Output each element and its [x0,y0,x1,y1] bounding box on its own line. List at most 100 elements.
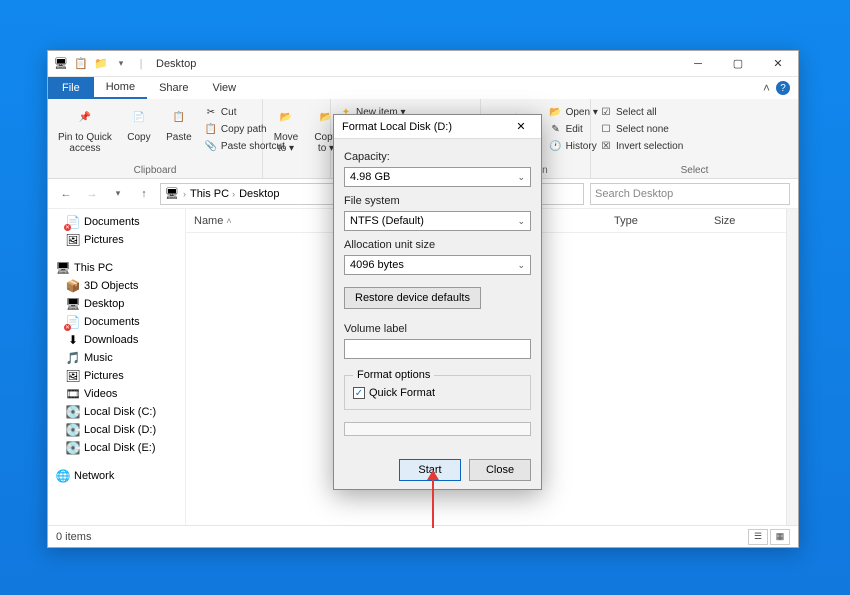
app-icon: 🖥 [52,55,70,73]
dialog-close-button[interactable]: ✕ [509,117,533,137]
window-title: Desktop [150,58,196,70]
invert-selection-button[interactable]: ☒Invert selection [597,138,685,154]
item-count: 0 items [56,531,91,543]
move-to-button[interactable]: 📂 Move to ▾ [269,102,303,156]
qat-properties-icon[interactable]: 📋 [72,55,90,73]
sidebar-network[interactable]: 🌐Network [48,467,185,485]
breadcrumb-this-pc: This PC› [190,188,235,200]
sidebar-item[interactable]: 💽Local Disk (D:) [48,421,185,439]
folder-icon: 🖥 [165,187,179,200]
copy-icon: 📄 [126,104,152,130]
view-icons-button[interactable]: ▦ [770,529,790,545]
copy-button[interactable]: 📄 Copy [122,102,156,145]
sidebar-item[interactable]: 🖥Desktop [48,295,185,313]
sidebar-item-label: Downloads [84,334,138,346]
sidebar-this-pc[interactable]: 🖥This PC [48,259,185,277]
quick-access-toolbar: 🖥 📋 📁 ▾ | [48,55,150,73]
sidebar-item[interactable]: 📦 3D Objects [48,277,185,295]
sidebar-item[interactable]: 💽 Local Disk (C:) [48,403,185,421]
folder-icon: 📦 [66,279,80,293]
nav-recent-button[interactable]: ▾ [108,184,128,204]
sidebar-item-label: Documents [84,216,140,228]
minimize-button[interactable]: ─ [678,51,718,77]
this-pc-icon: 🖥 [56,261,70,275]
nav-back-button[interactable]: ← [56,184,76,204]
vertical-scrollbar[interactable] [786,209,798,525]
sidebar-item-label: 3D Objects [84,280,138,292]
sidebar-item[interactable]: 📄✕Documents [48,313,185,331]
annotation-arrow [432,480,434,528]
network-icon: 🌐 [56,469,70,483]
titlebar: 🖥 📋 📁 ▾ | Desktop ─ ▢ ✕ [48,51,798,77]
sidebar-item[interactable]: 🖼 Pictures [48,367,185,385]
format-options-label: Format options [353,369,434,381]
sidebar-item-label: Local Disk (C:) [84,406,156,418]
menu-view[interactable]: View [200,77,248,99]
menu-share[interactable]: Share [147,77,200,99]
sidebar-item-label: Pictures [84,370,124,382]
sidebar-item[interactable]: ⬇ Downloads [48,331,185,349]
ribbon-collapse-icon[interactable]: ˄ [763,81,770,95]
volume-label-input[interactable] [344,339,531,359]
col-size[interactable]: Size [706,215,786,227]
format-options-group: Format options ✓ Quick Format [344,369,531,410]
search-input[interactable]: Search Desktop [590,183,790,205]
paste-button[interactable]: 📋 Paste [162,102,196,145]
sidebar-item-label: Music [84,352,113,364]
sidebar-item[interactable]: 📄✕Documents [48,213,185,231]
sidebar-item[interactable]: 🖼 Pictures [48,231,185,249]
sidebar-item[interactable]: 🎵 Music [48,349,185,367]
select-none-button[interactable]: ☐Select none [597,121,685,137]
qat-folder-icon[interactable]: 📁 [92,55,110,73]
menu-file[interactable]: File [48,77,94,99]
folder-icon: ⬇ [66,333,80,347]
qat-dropdown-icon[interactable]: ▾ [112,55,130,73]
chevron-down-icon: ⌄ [517,216,525,227]
nav-pane[interactable]: 📄✕Documents 🖼 Pictures 🖥This PC 📦 3D Object… [48,209,186,525]
help-icon[interactable]: ? [776,81,790,95]
sidebar-item-label: Desktop [84,298,124,310]
error-badge-icon: ✕ [64,324,71,331]
volume-label-label: Volume label [344,323,531,335]
folder-icon: 🖼 [66,369,80,383]
copy-path-icon: 📋 [204,122,218,136]
paste-shortcut-icon: 📎 [204,139,218,153]
close-button[interactable]: ✕ [758,51,798,77]
quick-format-checkbox[interactable]: ✓ Quick Format [353,387,522,399]
alloc-label: Allocation unit size [344,239,531,251]
capacity-select[interactable]: 4.98 GB⌄ [344,167,531,187]
pin-label: Pin to Quick access [58,132,112,154]
paste-icon: 📋 [166,104,192,130]
paste-label: Paste [166,132,192,143]
select-all-button[interactable]: ☑Select all [597,104,685,120]
statusbar: 0 items ☰ ▦ [48,525,798,547]
nav-up-button[interactable]: ↑ [134,184,154,204]
sidebar-item-label: Documents [84,316,140,328]
menubar: File Home Share View ˄ ? [48,77,798,99]
filesystem-select[interactable]: NTFS (Default)⌄ [344,211,531,231]
menu-home[interactable]: Home [94,77,147,99]
edit-icon: ✎ [549,122,563,136]
select-group-label: Select [597,163,792,178]
chevron-down-icon: ⌄ [517,172,525,183]
filesystem-label: File system [344,195,531,207]
maximize-button[interactable]: ▢ [718,51,758,77]
folder-icon: 🖼 [66,233,80,247]
sidebar-item[interactable]: 💽Local Disk (E:) [48,439,185,457]
col-type[interactable]: Type [606,215,706,227]
restore-defaults-button[interactable]: Restore device defaults [344,287,481,309]
invert-selection-icon: ☒ [599,139,613,153]
folder-icon: 💽 [66,405,80,419]
pin-to-quick-access-button[interactable]: 📌 Pin to Quick access [54,102,116,156]
allocation-select[interactable]: 4096 bytes⌄ [344,255,531,275]
sidebar-item[interactable]: 🎞Videos [48,385,185,403]
chevron-down-icon: ⌄ [517,260,525,271]
view-details-button[interactable]: ☰ [748,529,768,545]
dialog-titlebar: Format Local Disk (D:) ✕ [334,115,541,139]
folder-icon: 💽 [66,423,80,437]
close-button[interactable]: Close [469,459,531,481]
sidebar-item-label: Pictures [84,234,124,246]
copy-label: Copy [127,132,150,143]
folder-icon: 🎵 [66,351,80,365]
nav-forward-button[interactable]: → [82,184,102,204]
